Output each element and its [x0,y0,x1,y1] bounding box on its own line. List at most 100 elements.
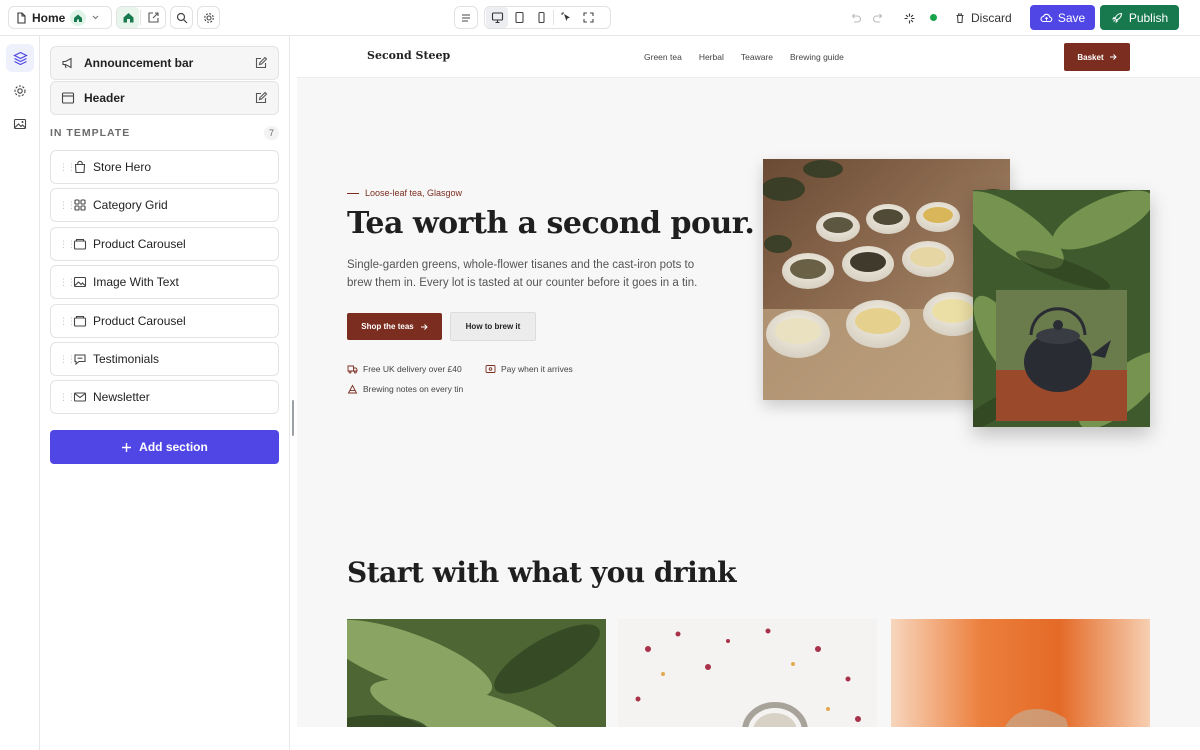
section-image-with-text[interactable]: ⋮⋮ Image With Text [50,265,279,299]
hero-body: Single-garden greens, whole-flower tisan… [347,259,698,289]
device-switcher [484,6,611,29]
section-header[interactable]: Header [50,81,279,115]
mail-icon [73,392,87,402]
perk-delivery: Free UK delivery over £40 [347,364,462,374]
eyebrow-text: Loose-leaf tea, Glasgow [365,188,463,198]
ai-tools-button[interactable] [898,7,920,29]
hero-title: Tea worth a second pour. [347,206,755,241]
undo-button[interactable] [844,7,866,29]
fullscreen-button[interactable] [577,7,599,28]
drag-handle-icon[interactable]: ⋮⋮ [59,393,76,402]
page-selector[interactable]: Home [8,6,112,29]
nav-link[interactable]: Green tea [644,52,682,62]
section-product-carousel[interactable]: ⋮⋮ Product Carousel [50,227,279,261]
lines-icon [462,13,470,22]
undo-icon [851,13,861,23]
basket-button[interactable]: Basket [1064,43,1130,71]
cursor-icon [561,12,570,21]
gear-icon [14,85,26,97]
category-card-teaware[interactable] [891,619,1150,727]
panel-resize-handle[interactable] [292,400,294,436]
tin-icon [347,384,358,394]
drag-handle-icon[interactable]: ⋮⋮ [59,317,76,326]
cloud-upload-icon [1040,13,1053,22]
nav-link[interactable]: Brewing guide [790,52,844,62]
section-product-carousel-2[interactable]: ⋮⋮ Product Carousel [50,304,279,338]
home-badge-icon [70,9,87,26]
theme-settings-button[interactable] [6,77,34,105]
section-label: Product Carousel [93,314,186,328]
media-library-button[interactable] [6,110,34,138]
bag-icon [74,160,86,174]
home-page-button[interactable] [117,7,139,28]
gear-icon [203,12,214,23]
section-label: Category Grid [93,198,168,212]
save-label: Save [1057,10,1086,25]
section-store-hero[interactable]: ⋮⋮ Store Hero [50,150,279,184]
section-category-grid[interactable]: ⋮⋮ Category Grid [50,188,279,222]
sections-tab-button[interactable] [6,44,34,72]
carousel-icon [73,315,87,327]
section-count-badge: 7 [263,126,279,140]
drag-handle-icon[interactable]: ⋮⋮ [59,240,76,249]
site-header: Second Steep Green tea Herbal Teaware Br… [297,36,1200,78]
image-icon [13,118,27,130]
search-button[interactable] [170,6,193,29]
settings-button[interactable] [197,6,220,29]
mobile-view-button[interactable] [530,7,552,28]
section-announcement-bar[interactable]: Announcement bar [50,46,279,80]
shop-teas-label: Shop the teas [361,322,414,331]
shop-teas-button[interactable]: Shop the teas [347,313,442,340]
tablet-view-button[interactable] [508,7,530,28]
layers-icon [12,51,28,65]
add-section-button[interactable]: Add section [50,430,279,464]
payment-icon [485,365,496,373]
section-label: Testimonials [93,352,160,366]
inspect-button[interactable] [555,7,577,28]
desktop-icon [491,12,503,24]
sections-panel: Announcement bar Header IN TEMPLATE 7 ⋮⋮… [40,36,290,750]
drag-handle-icon[interactable]: ⋮⋮ [59,163,76,172]
image-icon [73,276,87,288]
drag-handle-icon[interactable]: ⋮⋮ [59,201,76,210]
category-card-green-tea[interactable] [347,619,606,727]
hero-image-teapot [973,190,1150,427]
plus-icon [122,442,132,452]
left-rail [0,36,40,750]
preview-footer-strip [297,727,1200,750]
fullscreen-icon [582,12,594,23]
publish-button[interactable]: Publish [1100,5,1179,30]
section-testimonials[interactable]: ⋮⋮ Testimonials [50,342,279,376]
header-layout-icon [61,92,75,104]
redo-icon [872,13,882,23]
outline-button[interactable] [454,6,478,29]
tablet-icon [514,11,524,24]
saved-status-dot [930,14,937,21]
how-to-brew-button[interactable]: How to brew it [450,312,536,341]
page-name: Home [32,10,66,25]
open-external-button[interactable] [142,7,164,28]
home-icon [123,13,133,23]
section-label: Product Carousel [93,237,186,251]
store-logo[interactable]: Second Steep [367,49,450,62]
sparkle-off-icon [904,13,914,23]
rocket-icon [1111,12,1122,23]
section-newsletter[interactable]: ⋮⋮ Newsletter [50,380,279,414]
external-link-icon [147,12,159,23]
how-to-brew-label: How to brew it [465,322,521,331]
desktop-view-button[interactable] [486,7,508,28]
category-card-herbal[interactable] [618,619,877,727]
in-template-heading: IN TEMPLATE 7 [50,126,279,140]
discard-button[interactable]: Discard [954,7,1012,29]
redo-button[interactable] [867,7,889,29]
nav-link[interactable]: Herbal [699,52,724,62]
drag-handle-icon[interactable]: ⋮⋮ [59,355,76,364]
save-button[interactable]: Save [1030,5,1095,30]
drag-handle-icon[interactable]: ⋮⋮ [59,278,76,287]
perk-text: Free UK delivery over £40 [363,364,462,374]
nav-link[interactable]: Teaware [741,52,773,62]
truck-icon [347,365,358,374]
add-section-label: Add section [139,440,208,454]
section-label: Header [84,91,125,105]
page-actions-group [116,6,166,29]
